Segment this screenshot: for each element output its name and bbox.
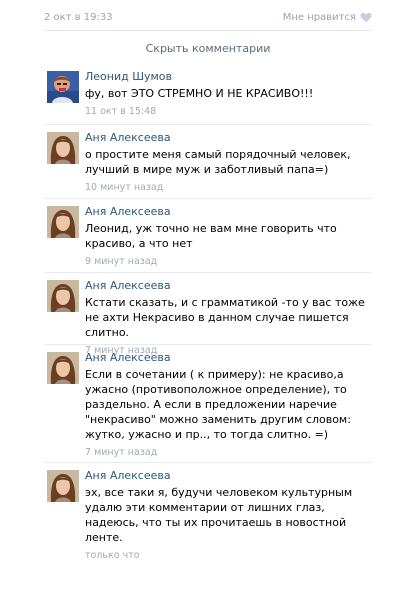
avatar-photo [47, 206, 79, 238]
avatar[interactable] [47, 470, 79, 502]
like-label: Мне нравится [282, 11, 356, 23]
comment-separator [44, 462, 372, 463]
comment-separator [44, 272, 372, 273]
comment-body: Аня Алексеева Леонид, уж точно не вам мн… [85, 205, 372, 269]
avatar[interactable] [47, 352, 79, 384]
like-button[interactable]: Мне нравится [283, 12, 372, 23]
comment-author[interactable]: Аня Алексеева [85, 351, 372, 365]
heart-icon [360, 12, 372, 22]
comment-body: Аня Алексеева Кстати сказать, и с грамма… [85, 279, 372, 358]
comment-separator [44, 124, 372, 125]
post-footer: 2 окт в 19:33 Мне нравится [44, 8, 372, 26]
comment-time[interactable]: 11 окт в 15:48 [85, 105, 372, 119]
comment-time[interactable]: только что [85, 549, 372, 563]
comment-author[interactable]: Аня Алексеева [85, 469, 372, 483]
comment-text: фу, вот ЭТО СТРЕМНО И НЕ КРАСИВО!!! [85, 87, 314, 100]
avatar[interactable] [47, 280, 79, 312]
avatar-photo [47, 132, 79, 164]
comment-time[interactable]: 10 минут назад [85, 181, 372, 195]
comment-body: Аня Алексеева эх, все таки я, будучи чел… [85, 469, 372, 563]
comment-text: эх, все таки я, будучи человеком культур… [85, 486, 353, 544]
comment-author[interactable]: Леонид Шумов [85, 70, 372, 84]
comment-time[interactable]: 9 минут назад [85, 255, 372, 269]
avatar[interactable] [47, 206, 79, 238]
comment-text: о простите меня самый порядочный человек… [85, 148, 351, 176]
avatar-photo [47, 71, 79, 103]
page: 2 окт в 19:33 Мне нравится Скрыть коммен… [0, 0, 410, 612]
avatar[interactable] [47, 132, 79, 164]
comment-separator [44, 344, 372, 345]
comment-body: Аня Алексеева Если в сочетании ( к приме… [85, 351, 372, 460]
comment-text: Если в сочетании ( к примеру): не красив… [85, 368, 351, 441]
comment-text: Леонид, уж точно не вам мне говорить что… [85, 222, 337, 250]
comment-author[interactable]: Аня Алексеева [85, 205, 372, 219]
comment-author[interactable]: Аня Алексеева [85, 131, 372, 145]
comment-body: Аня Алексеева о простите меня самый поря… [85, 131, 372, 195]
comment-separator [44, 198, 372, 199]
avatar-photo [47, 352, 79, 384]
left-gutter [0, 0, 28, 612]
avatar-photo [47, 470, 79, 502]
right-gutter [388, 0, 410, 612]
hide-comments-link[interactable]: Скрыть комментарии [44, 36, 372, 60]
comment-author[interactable]: Аня Алексеева [85, 279, 372, 293]
bottom-fade [0, 586, 410, 612]
comment-text: Кстати сказать, и с грамматикой -то у ва… [85, 296, 365, 339]
avatar-photo [47, 280, 79, 312]
comment-time[interactable]: 7 минут назад [85, 446, 372, 460]
comment-body: Леонид Шумов фу, вот ЭТО СТРЕМНО И НЕ КР… [85, 70, 372, 119]
post-date[interactable]: 2 окт в 19:33 [44, 12, 113, 23]
divider [44, 30, 372, 31]
avatar[interactable] [47, 71, 79, 103]
